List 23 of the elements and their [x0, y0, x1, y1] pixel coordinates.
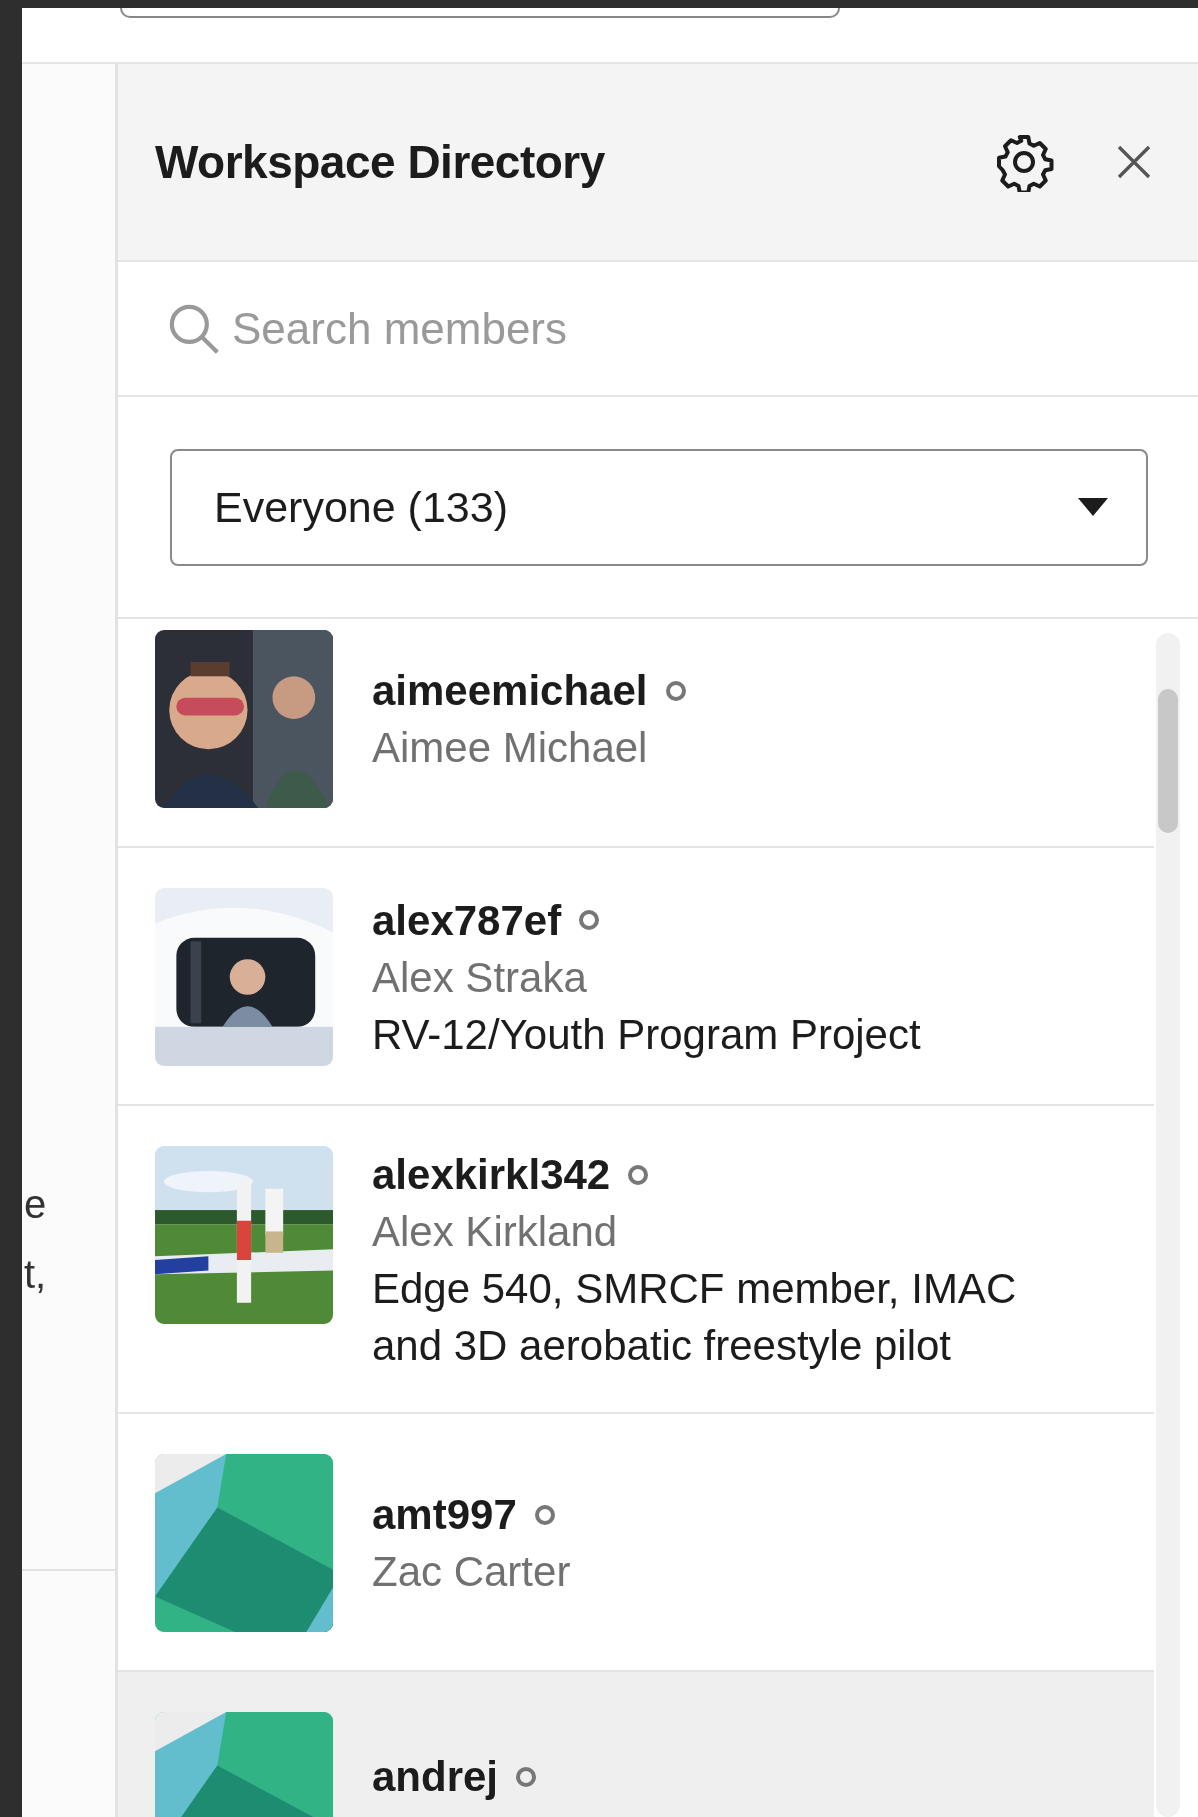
username: andrej [372, 1752, 499, 1802]
member-row[interactable]: andrej [118, 1672, 1154, 1817]
username: aimeemichael [372, 666, 648, 716]
text-fragment: e [23, 1181, 48, 1228]
username: amt997 [372, 1490, 517, 1540]
real-name: Zac Carter [372, 1547, 571, 1597]
scrollbar-thumb[interactable] [1158, 689, 1178, 833]
settings-icon[interactable] [994, 132, 1054, 192]
search-field[interactable] [120, 8, 840, 18]
caret-icon [1078, 498, 1108, 516]
text-fragment: t, [23, 1251, 48, 1298]
member-title: RV-12/Youth Program Project [372, 1009, 921, 1060]
real-name: Alex Kirkland [372, 1207, 619, 1257]
panel-title: Workspace Directory [155, 135, 605, 189]
scrollbar[interactable] [1156, 633, 1180, 1817]
filter-dropdown[interactable]: Everyone (133) [170, 448, 1148, 566]
real-name: Alex Straka [372, 952, 588, 1003]
default-avatar-icon [155, 1454, 333, 1632]
member-title: Edge 540, SMRCF member, IMAC and 3D aerobatic freestyle pilot [372, 1264, 1018, 1371]
username: alexkirkl342 [372, 1150, 611, 1200]
real-name: Aimee Michael [372, 723, 649, 773]
username: alex787ef [372, 895, 562, 946]
search-field[interactable]: Search members [230, 302, 1198, 355]
